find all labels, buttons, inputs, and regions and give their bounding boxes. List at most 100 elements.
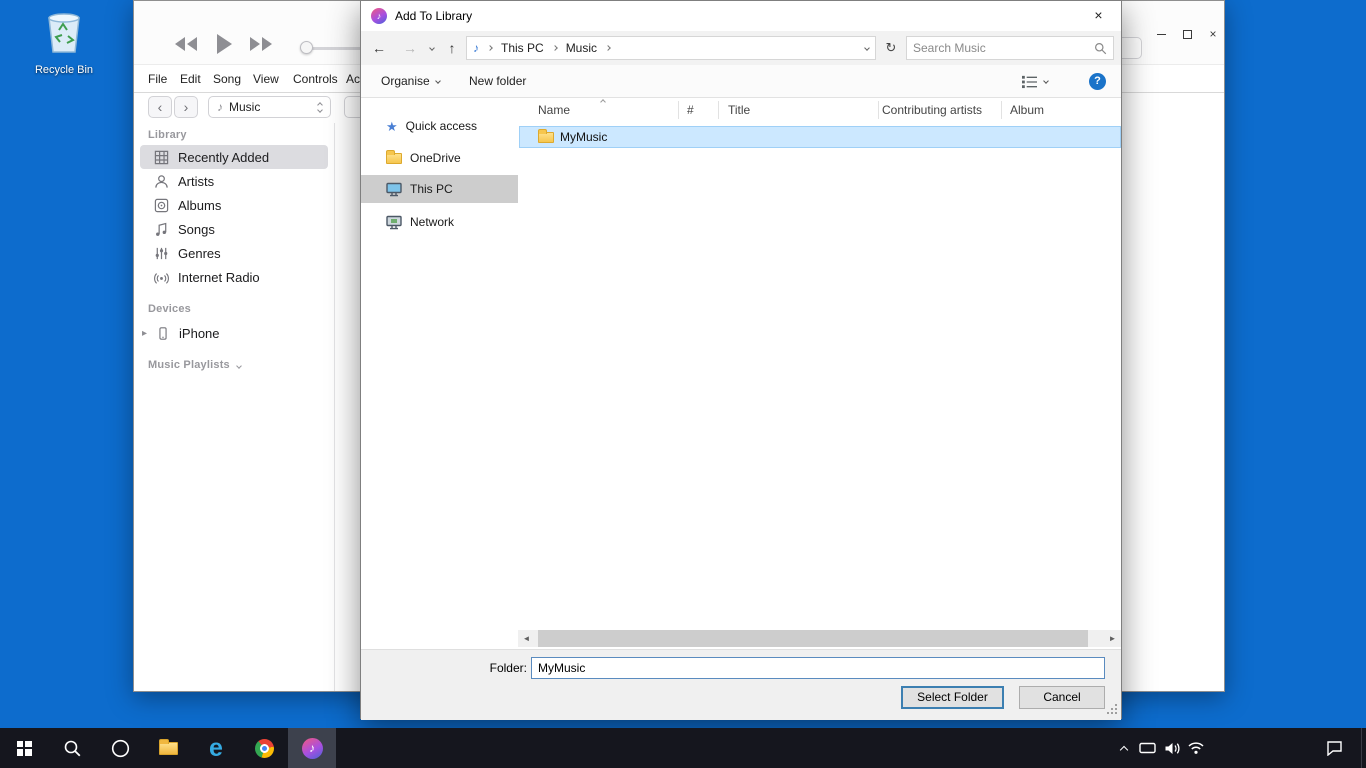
nav-up-button[interactable]: ↑ [442, 36, 462, 60]
breadcrumb-this-pc[interactable]: This PC [501, 41, 544, 55]
pane-item-network[interactable]: Network [361, 208, 518, 236]
cortana-button[interactable] [96, 728, 144, 768]
onedrive-icon [386, 153, 402, 164]
itunes-taskbar-button[interactable]: ♪ [288, 728, 336, 768]
menu-song[interactable]: Song [213, 65, 241, 93]
dialog-close-button[interactable]: × [1076, 1, 1121, 30]
cortana-circle-icon [111, 739, 130, 758]
address-dropdown-icon[interactable] [864, 45, 870, 51]
fast-forward-button[interactable] [248, 35, 274, 58]
itunes-back-button[interactable]: ‹ [148, 96, 172, 118]
show-desktop-button[interactable] [1361, 728, 1366, 768]
pane-item-this-pc[interactable]: This PC [361, 175, 518, 203]
search-icon[interactable] [1094, 42, 1107, 55]
itunes-icon: ♪ [302, 738, 323, 759]
details-view-icon [1021, 74, 1038, 89]
folder-field-label: Folder: [461, 657, 527, 679]
taskbar-search-button[interactable] [48, 728, 96, 768]
cancel-button[interactable]: Cancel [1019, 686, 1105, 709]
recycle-bin-icon [41, 43, 87, 60]
minimize-button[interactable] [1148, 23, 1174, 45]
tray-network-button[interactable] [1184, 728, 1208, 768]
column-contributing-artists[interactable]: Contributing artists [882, 98, 982, 122]
sidebar-item-label: Artists [178, 174, 214, 189]
nav-back-button[interactable]: ← [367, 36, 391, 60]
menu-edit[interactable]: Edit [180, 65, 201, 93]
rewind-button[interactable] [173, 35, 199, 58]
speaker-icon [1164, 741, 1181, 756]
start-button[interactable] [0, 728, 48, 768]
volume-slider-knob[interactable] [300, 41, 313, 54]
music-playlists-header[interactable]: Music Playlists [148, 359, 241, 371]
chrome-button[interactable] [240, 728, 288, 768]
breadcrumb-separator-icon [552, 45, 558, 51]
tray-volume-button[interactable] [1160, 728, 1184, 768]
network-icon [386, 215, 402, 230]
scroll-left-button[interactable]: ◄ [518, 630, 535, 647]
library-header: Library [148, 129, 187, 141]
file-row-mymusic[interactable]: MyMusic [519, 126, 1121, 148]
maximize-button[interactable] [1174, 23, 1200, 45]
maximize-icon [1183, 30, 1192, 39]
breadcrumb-music[interactable]: Music [566, 41, 597, 55]
sidebar-item-genres[interactable]: Genres [140, 241, 328, 265]
new-folder-button[interactable]: New folder [469, 65, 526, 97]
sidebar-item-iphone[interactable]: ▸ iPhone [140, 321, 328, 345]
dialog-title: Add To Library [395, 1, 472, 31]
action-center-icon [1326, 740, 1343, 756]
menu-view[interactable]: View [253, 65, 279, 93]
file-explorer-button[interactable] [144, 728, 192, 768]
dropdown-spinner-icon [318, 103, 322, 112]
this-pc-icon [386, 182, 402, 197]
search-icon [63, 739, 82, 758]
breadcrumb-separator-icon [605, 45, 611, 51]
media-kind-dropdown[interactable]: ♪ Music [208, 96, 331, 118]
resize-grip[interactable] [1115, 704, 1117, 706]
sidebar-item-recently-added[interactable]: Recently Added [140, 145, 328, 169]
horizontal-scrollbar[interactable]: ◄ ► [518, 630, 1121, 647]
refresh-button[interactable]: ↻ [880, 36, 902, 60]
pane-item-onedrive[interactable]: OneDrive [361, 144, 518, 172]
folder-name-input[interactable] [531, 657, 1105, 679]
chevron-up-icon [1120, 746, 1128, 754]
sidebar-divider [334, 123, 335, 691]
action-center-button[interactable] [1318, 728, 1350, 768]
menu-file[interactable]: File [148, 65, 167, 93]
menu-controls[interactable]: Controls [293, 65, 338, 93]
search-input[interactable] [913, 41, 1094, 55]
select-folder-button[interactable]: Select Folder [901, 686, 1004, 709]
pane-item-quick-access[interactable]: ★ Quick access [361, 112, 518, 140]
pane-item-label: Quick access [406, 119, 477, 133]
organise-menu-button[interactable]: Organise [381, 65, 440, 97]
nav-history-dropdown[interactable] [424, 36, 440, 60]
sidebar-item-internet-radio[interactable]: Internet Radio [140, 265, 328, 289]
wifi-icon [1187, 741, 1205, 755]
sidebar-item-songs[interactable]: Songs [140, 217, 328, 241]
sidebar-item-albums[interactable]: Albums [140, 193, 328, 217]
column-title[interactable]: Title [728, 98, 750, 122]
itunes-sidebar: Library Recently Added Artists Albums So… [134, 123, 334, 691]
address-bar[interactable]: ♪ This PC Music [466, 36, 876, 60]
edge-button[interactable]: e [192, 728, 240, 768]
column-name[interactable]: Name [538, 98, 570, 122]
column-album[interactable]: Album [1010, 98, 1044, 122]
tray-overflow-button[interactable] [1112, 728, 1136, 768]
expand-triangle-icon[interactable]: ▸ [142, 328, 147, 339]
dialog-footer: Folder: Select Folder Cancel [361, 649, 1121, 720]
chevron-down-icon [435, 78, 441, 84]
column-number[interactable]: # [687, 98, 694, 122]
view-mode-button[interactable] [1021, 65, 1048, 97]
play-button[interactable] [214, 32, 234, 61]
scroll-right-button[interactable]: ► [1104, 630, 1121, 647]
close-button[interactable]: × [1200, 23, 1226, 45]
add-to-library-dialog: ♪ Add To Library × ← → ↑ ♪ This PC Music… [360, 0, 1122, 719]
nav-forward-button[interactable]: → [398, 36, 422, 60]
sidebar-item-artists[interactable]: Artists [140, 169, 328, 193]
tray-battery-button[interactable] [1136, 728, 1160, 768]
dialog-navigation-row: ← → ↑ ♪ This PC Music ↻ [361, 31, 1121, 65]
scrollbar-thumb[interactable] [538, 630, 1088, 647]
recycle-bin-shortcut[interactable]: Recycle Bin [22, 6, 106, 76]
itunes-forward-button[interactable]: › [174, 96, 198, 118]
edge-icon: e [209, 736, 223, 761]
help-button[interactable]: ? [1089, 73, 1106, 90]
